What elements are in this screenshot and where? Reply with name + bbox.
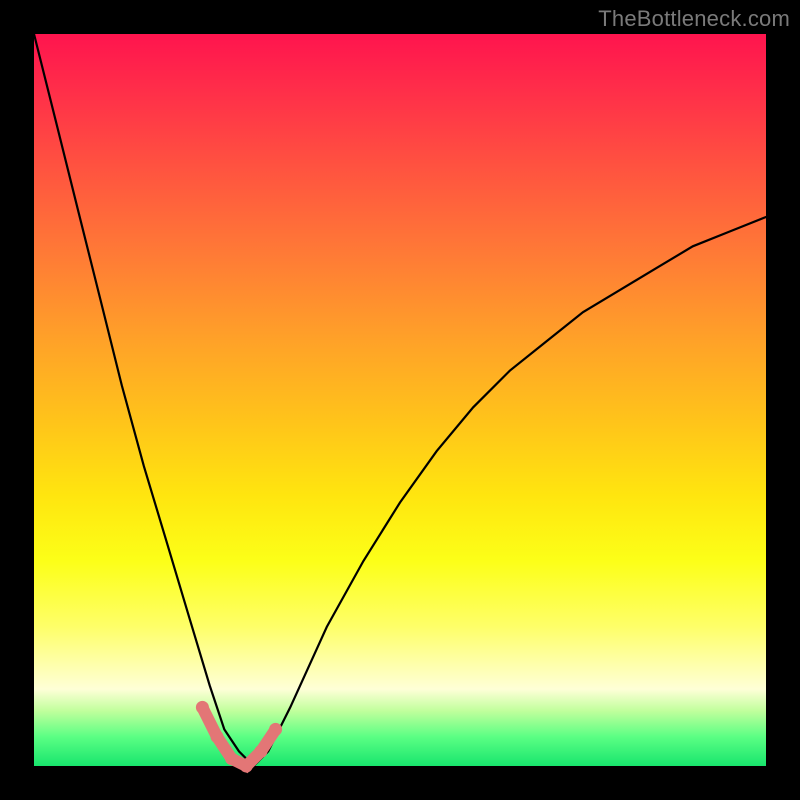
curve-svg xyxy=(34,34,766,766)
watermark-text: TheBottleneck.com xyxy=(598,6,790,32)
marker-dot xyxy=(269,723,282,736)
marker-dot xyxy=(254,745,267,758)
marker-dot xyxy=(225,752,238,765)
plot-area xyxy=(34,34,766,766)
marker-dot xyxy=(196,701,209,714)
marker-dot xyxy=(240,760,253,773)
marker-group xyxy=(196,701,282,773)
marker-dot xyxy=(211,730,224,743)
bottleneck-curve xyxy=(34,34,766,766)
chart-frame: TheBottleneck.com xyxy=(0,0,800,800)
